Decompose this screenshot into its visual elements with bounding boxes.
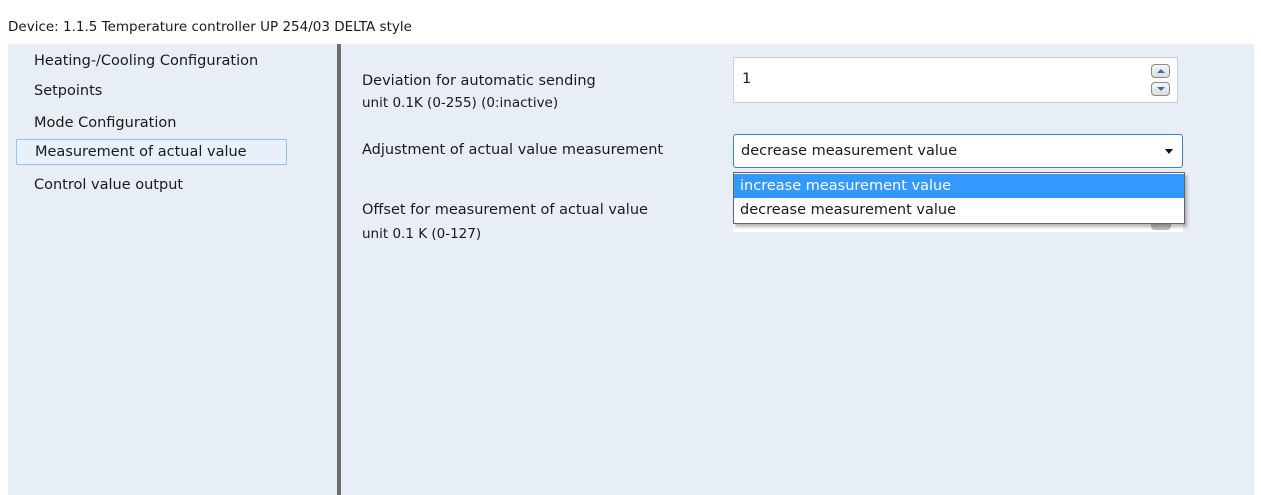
sidebar-item-heating-cooling-configuration[interactable]: Heating-/Cooling Configuration [34, 48, 258, 74]
parameter-panel: Deviation for automatic sending unit 0.1… [341, 44, 1254, 495]
adjustment-dropdown-list: increase measurement value decrease meas… [733, 172, 1185, 224]
adjustment-label: Adjustment of actual value measurement [362, 142, 664, 158]
deviation-sublabel: unit 0.1K (0-255) (0:inactive) [362, 95, 559, 111]
window-title: Device: 1.1.5 Temperature controller UP … [8, 19, 412, 35]
sidebar: Heating-/Cooling Configuration Setpoints… [8, 44, 337, 495]
dropdown-option-decrease[interactable]: decrease measurement value [734, 198, 1184, 222]
sidebar-item-setpoints[interactable]: Setpoints [34, 78, 102, 104]
sidebar-item-measurement-of-actual-value[interactable]: Measurement of actual value [16, 139, 287, 165]
arrow-up-icon [1157, 69, 1165, 73]
deviation-value[interactable]: 1 [742, 71, 751, 87]
sidebar-item-mode-configuration[interactable]: Mode Configuration [34, 110, 176, 136]
stepper-up-button[interactable] [1151, 64, 1170, 78]
deviation-stepper[interactable]: 1 [733, 57, 1178, 103]
adjustment-selected-value: decrease measurement value [741, 143, 958, 159]
title-bar: Device: 1.1.5 Temperature controller UP … [0, 0, 1261, 44]
deviation-label: Deviation for automatic sending [362, 73, 596, 89]
adjustment-select[interactable]: decrease measurement value [733, 134, 1183, 168]
arrow-down-icon [1157, 87, 1165, 91]
offset-sublabel: unit 0.1 K (0-127) [362, 226, 482, 242]
dropdown-option-increase[interactable]: increase measurement value [734, 174, 1184, 198]
offset-label: Offset for measurement of actual value [362, 202, 648, 218]
chevron-down-icon[interactable] [1165, 149, 1173, 154]
sidebar-item-control-value-output[interactable]: Control value output [34, 172, 183, 198]
stepper-down-button[interactable] [1151, 82, 1170, 96]
